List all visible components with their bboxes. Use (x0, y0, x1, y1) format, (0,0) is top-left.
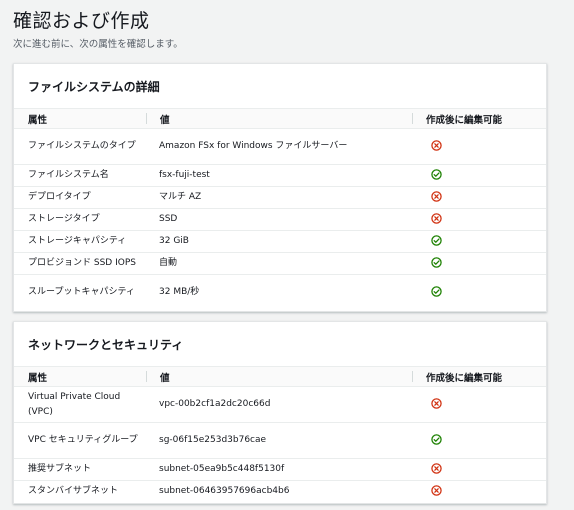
network-security-panel: ネットワークとセキュリティ 属性 値 作成後に編集可能 Virtual Priv… (13, 321, 547, 504)
attributes-table: 属性 値 作成後に編集可能 ファイルシステムのタイプ Amazon FSx for… (14, 108, 546, 311)
editable-cell (412, 481, 546, 503)
table-row: Virtual Private Cloud (VPC) vpc-00b2cf1a2… (14, 386, 546, 423)
column-header-attribute: 属性 (14, 108, 146, 129)
attribute-cell: VPC セキュリティグループ (14, 422, 146, 459)
table-row: ストレージキャパシティ 32 GiB (14, 230, 546, 253)
table-row: ファイルシステムのタイプ Amazon FSx for Windows ファイルサ… (14, 128, 546, 165)
column-header-editable: 作成後に編集可能 (412, 108, 546, 129)
file-system-details-panel: ファイルシステムの詳細 属性 値 作成後に編集可能 ファイルシステムのタイプ Am… (13, 63, 547, 312)
check-circle-icon (431, 169, 442, 180)
attribute-cell: 推奨サブネット (14, 458, 146, 481)
editable-cell (412, 386, 546, 423)
x-circle-icon (431, 485, 442, 496)
value-cell: vpc-00b2cf1a2dc20c66d (146, 386, 412, 423)
column-header-editable: 作成後に編集可能 (412, 366, 546, 387)
table-row: スループットキャパシティ 32 MB/秒 (14, 275, 546, 311)
table-header-row: 属性 値 作成後に編集可能 (14, 366, 546, 387)
column-header-attribute: 属性 (14, 366, 146, 387)
value-cell: subnet-06463957696acb4b6 (159, 486, 290, 497)
editable-cell (412, 164, 546, 187)
table-row: ストレージタイプ SSD (14, 208, 546, 231)
x-circle-icon (431, 191, 442, 202)
attribute-cell: ストレージキャパシティ (14, 230, 146, 253)
review-page: 確認および作成 次に進む前に、次の属性を確認します。 ファイルシステムの詳細 属… (0, 0, 574, 510)
attribute-cell: ファイルシステムのタイプ (14, 128, 146, 165)
editable-cell (412, 422, 546, 459)
attribute-cell: スループットキャパシティ (28, 287, 135, 298)
editable-cell (412, 208, 546, 231)
column-header-value: 値 (146, 366, 412, 387)
attribute-cell: ストレージタイプ (14, 208, 146, 231)
x-circle-icon (431, 140, 442, 151)
x-circle-icon (431, 213, 442, 224)
page-title: 確認および作成 (13, 10, 150, 32)
value-cell: fsx-fuji-test (146, 164, 412, 187)
value-cell: Amazon FSx for Windows ファイルサーバー (146, 128, 412, 165)
attribute-cell: デプロイタイプ (14, 186, 146, 209)
table-row: ファイルシステム名 fsx-fuji-test (14, 164, 546, 187)
table-row: VPC セキュリティグループ sg-06f15e253d3b76cae (14, 422, 546, 459)
table-row: スタンバイサブネット subnet-06463957696acb4b6 (14, 481, 546, 503)
editable-cell (412, 275, 546, 311)
editable-cell (412, 230, 546, 253)
editable-cell (412, 458, 546, 481)
table-row: 推奨サブネット subnet-05ea9b5c448f5130f (14, 458, 546, 481)
attribute-cell: プロビジョンド SSD IOPS (14, 252, 146, 275)
editable-cell (412, 128, 546, 165)
check-circle-icon (431, 257, 442, 268)
page-description: 次に進む前に、次の属性を確認します。 (13, 39, 183, 50)
value-cell: マルチ AZ (146, 186, 412, 209)
table-row: プロビジョンド SSD IOPS 自動 (14, 252, 546, 275)
attributes-table: 属性 値 作成後に編集可能 Virtual Private Cloud (VPC… (14, 366, 546, 503)
check-circle-icon (431, 286, 442, 297)
attribute-cell: Virtual Private Cloud (VPC) (14, 386, 146, 423)
panel-title: ネットワークとセキュリティ (28, 337, 184, 352)
attribute-cell: ファイルシステム名 (14, 164, 146, 187)
check-circle-icon (431, 434, 442, 445)
value-cell: SSD (146, 208, 412, 231)
table-header-row: 属性 値 作成後に編集可能 (14, 108, 546, 129)
value-cell: 32 GiB (146, 230, 412, 253)
panel-title: ファイルシステムの詳細 (28, 79, 160, 94)
value-cell: subnet-05ea9b5c448f5130f (146, 458, 412, 481)
check-circle-icon (431, 235, 442, 246)
editable-cell (412, 252, 546, 275)
value-cell: 32 MB/秒 (159, 287, 200, 298)
x-circle-icon (431, 463, 442, 474)
table-row: デプロイタイプ マルチ AZ (14, 186, 546, 209)
value-cell: sg-06f15e253d3b76cae (146, 422, 412, 459)
x-circle-icon (431, 398, 442, 409)
editable-cell (412, 186, 546, 209)
value-cell: 自動 (146, 252, 412, 275)
column-header-value: 値 (146, 108, 412, 129)
attribute-cell: スタンバイサブネット (28, 486, 119, 497)
